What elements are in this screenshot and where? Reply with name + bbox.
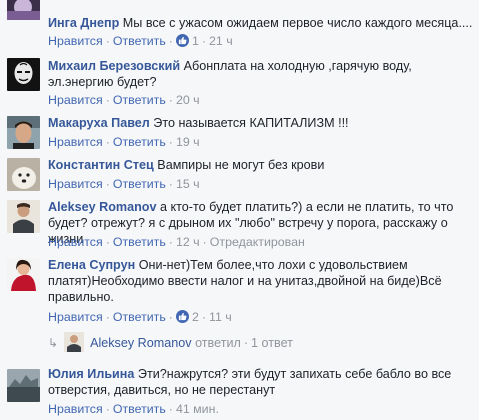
- like-link[interactable]: Нравится: [48, 34, 103, 48]
- like-link[interactable]: Нравится: [48, 310, 103, 324]
- reply-link[interactable]: Ответить: [113, 402, 166, 416]
- thumbs-up-icon[interactable]: [175, 310, 189, 323]
- view-replies-link[interactable]: ↳ Aleksey Romanov ответил · 1 ответ: [48, 332, 293, 352]
- comment-author[interactable]: Инга Днепр: [48, 16, 119, 30]
- avatar[interactable]: [7, 0, 40, 20]
- like-link[interactable]: Нравится: [48, 177, 103, 191]
- like-link[interactable]: Нравится: [48, 93, 103, 107]
- reply-link[interactable]: Ответить: [113, 310, 166, 324]
- comment-body: Елена Супрун Они-нет)Тем более,что лохи …: [48, 257, 473, 305]
- separator: ·: [201, 310, 206, 324]
- avatar[interactable]: [7, 116, 40, 149]
- reply-count[interactable]: 1 ответ: [251, 336, 293, 350]
- separator: ·: [168, 34, 173, 48]
- like-count[interactable]: 1: [192, 34, 199, 48]
- comment-author[interactable]: Елена Супрун: [48, 258, 135, 272]
- comment-text: Мы все с ужасом ожидаем первое число каж…: [122, 16, 473, 30]
- reply-author[interactable]: Aleksey Romanov: [90, 336, 192, 350]
- reply-verb: ответил: [195, 336, 241, 350]
- separator: ·: [105, 235, 110, 249]
- comment-author[interactable]: Константин Стец: [48, 158, 154, 172]
- separator: ·: [168, 135, 173, 149]
- thumbs-up-icon[interactable]: [175, 34, 189, 47]
- separator: ·: [105, 93, 110, 107]
- comment-actions: Нравится · Ответить · 1 · 21 ч: [48, 33, 233, 49]
- reply-link[interactable]: Ответить: [113, 93, 166, 107]
- comment-actions: Нравится · Ответить · 20 ч: [48, 92, 200, 108]
- avatar[interactable]: [7, 369, 40, 402]
- reply-link[interactable]: Ответить: [113, 135, 166, 149]
- separator: ·: [168, 177, 173, 191]
- comment-text: Это называется КАПИТАЛИЗМ !!!: [153, 116, 349, 130]
- comment-body: Юлия Ильина Эти?нажрутся? эти будут запи…: [48, 366, 473, 398]
- separator: ·: [168, 402, 173, 416]
- timestamp[interactable]: 20 ч: [176, 93, 200, 107]
- avatar[interactable]: [7, 258, 40, 291]
- separator: ·: [168, 235, 173, 249]
- like-link[interactable]: Нравится: [48, 135, 103, 149]
- separator: ·: [105, 135, 110, 149]
- comment-body: Макаруха Павел Это называется КАПИТАЛИЗМ…: [48, 115, 473, 131]
- comment-actions: Нравится · Ответить · 2 · 11 ч: [48, 309, 232, 325]
- like-link[interactable]: Нравится: [48, 235, 103, 249]
- comment-author[interactable]: Юлия Ильина: [48, 367, 134, 381]
- comment-body: Михаил Березовский Абонплата на холодную…: [48, 58, 473, 90]
- comment-body: Константин Стец Вампиры не могут без кро…: [48, 157, 473, 173]
- timestamp[interactable]: 15 ч: [176, 177, 200, 191]
- comment-actions: Нравится · Ответить · 19 ч: [48, 134, 200, 150]
- avatar[interactable]: [7, 58, 40, 91]
- edited-label[interactable]: Отредактирован: [210, 235, 305, 249]
- comment-actions: Нравится · Ответить · 41 мин.: [48, 401, 219, 417]
- timestamp[interactable]: 11 ч: [209, 310, 232, 324]
- avatar: [64, 332, 85, 352]
- separator: ·: [105, 177, 110, 191]
- separator: ·: [201, 34, 206, 48]
- like-count[interactable]: 2: [192, 310, 199, 324]
- separator: ·: [243, 336, 249, 350]
- comment-actions: Нравится · Ответить · 15 ч: [48, 176, 200, 192]
- comment-text: Вампиры не могут без крови: [157, 158, 325, 172]
- reply-link[interactable]: Ответить: [113, 34, 166, 48]
- like-link[interactable]: Нравится: [48, 402, 103, 416]
- comment-body: Инга Днепр Мы все с ужасом ожидаем перво…: [48, 15, 473, 31]
- comment-actions: Нравится · Ответить · 12 ч · Отредактирован: [48, 234, 305, 250]
- separator: ·: [168, 93, 173, 107]
- avatar[interactable]: [7, 158, 40, 191]
- timestamp[interactable]: 41 мин.: [176, 402, 219, 416]
- timestamp[interactable]: 21 ч: [209, 34, 233, 48]
- separator: ·: [105, 34, 110, 48]
- avatar[interactable]: [7, 200, 40, 233]
- separator: ·: [105, 310, 110, 324]
- reply-arrow-icon: ↳: [48, 336, 59, 350]
- separator: ·: [202, 235, 207, 249]
- comment-author[interactable]: Макаруха Павел: [48, 116, 150, 130]
- comment-author[interactable]: Михаил Березовский: [48, 59, 180, 73]
- separator: ·: [105, 402, 110, 416]
- timestamp[interactable]: 12 ч: [176, 235, 200, 249]
- reply-link[interactable]: Ответить: [113, 177, 166, 191]
- reply-link[interactable]: Ответить: [113, 235, 166, 249]
- timestamp[interactable]: 19 ч: [176, 135, 200, 149]
- comment-author[interactable]: Aleksey Romanov: [48, 200, 157, 214]
- separator: ·: [168, 310, 173, 324]
